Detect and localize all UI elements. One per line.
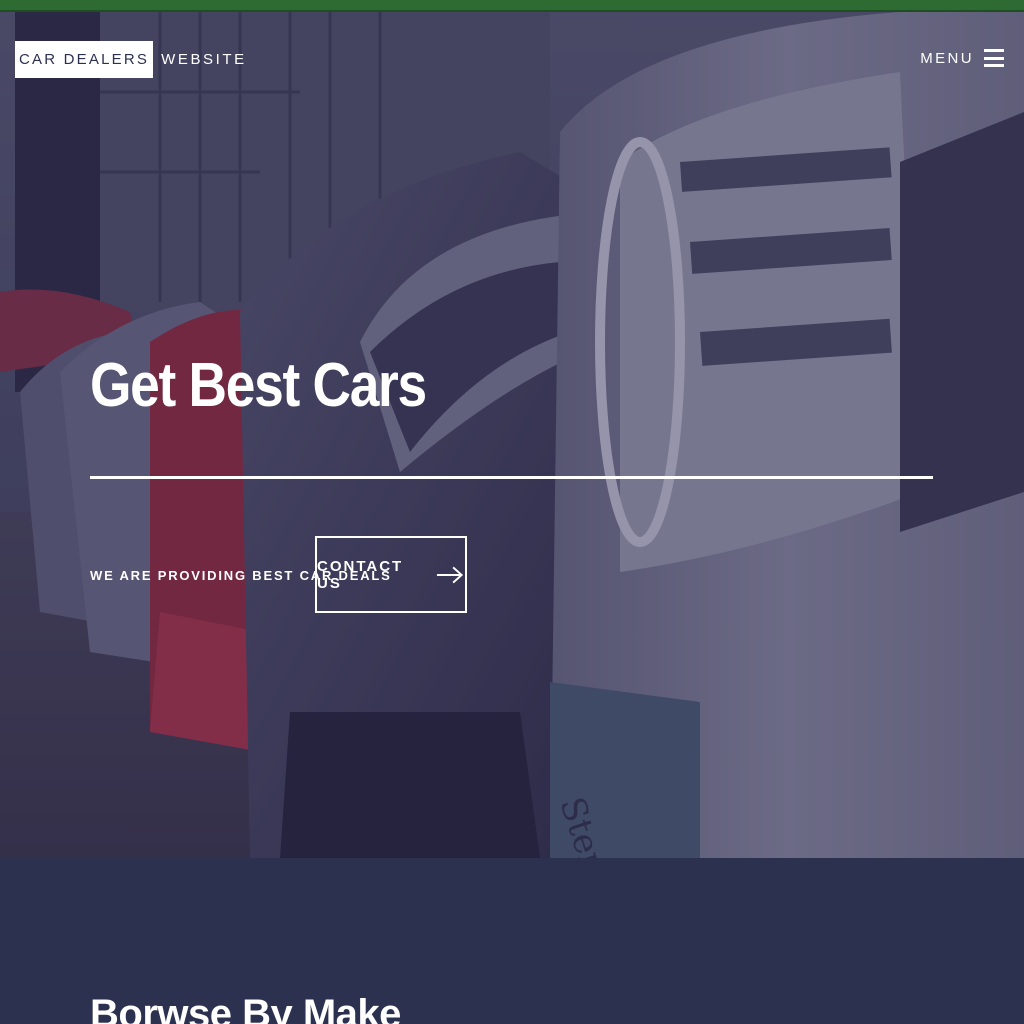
top-bar — [0, 0, 1024, 12]
hero-title: Get Best Cars — [90, 351, 427, 420]
contact-us-button[interactable]: CONTACT US — [315, 536, 467, 613]
logo-boxed-text: CAR DEALERS — [15, 41, 154, 78]
menu-label: MENU — [920, 49, 974, 67]
hero-section: Sterne CAR DEALERS WEBSITE MENU Get Best… — [0, 12, 1024, 858]
arrow-right-icon — [437, 566, 464, 583]
menu-button[interactable]: MENU — [920, 48, 1004, 68]
section-title: Borwse By Make — [90, 992, 401, 1024]
contact-us-label: CONTACT US — [317, 557, 404, 592]
hero-divider — [90, 476, 933, 479]
browse-by-make-section: Borwse By Make — [0, 858, 1024, 1024]
hamburger-icon — [984, 48, 1004, 68]
site-logo[interactable]: CAR DEALERS WEBSITE — [15, 41, 247, 78]
hero-overlay — [0, 12, 1024, 858]
logo-text: WEBSITE — [161, 51, 247, 68]
